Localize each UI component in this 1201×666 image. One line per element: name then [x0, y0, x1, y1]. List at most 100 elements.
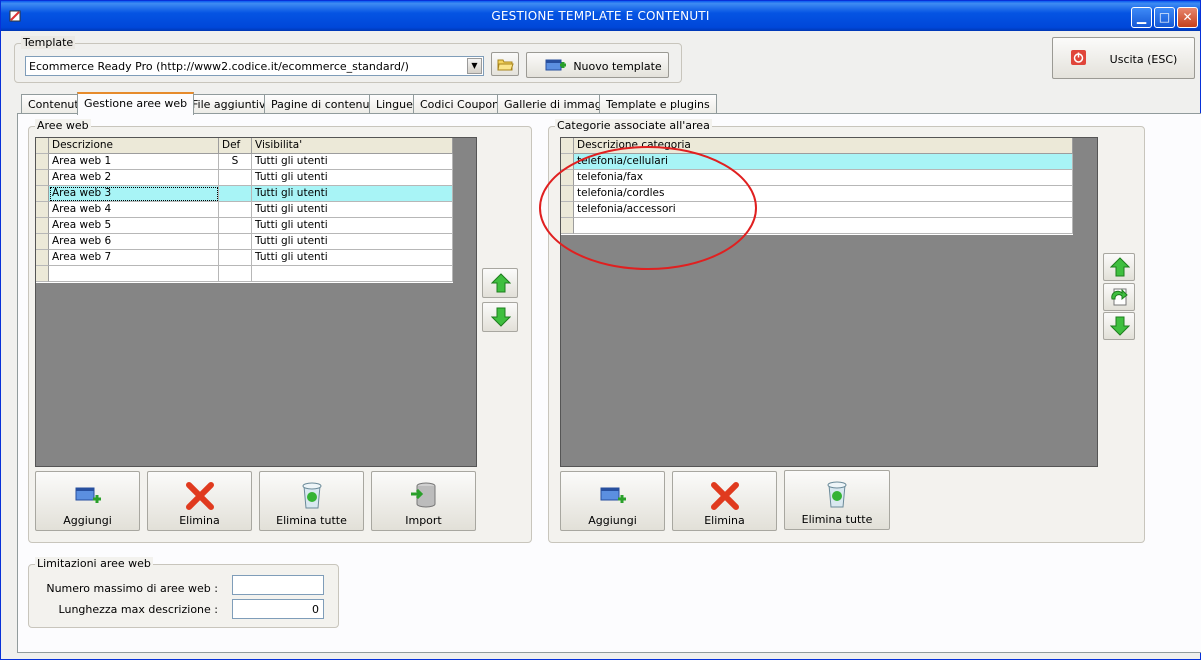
aggiungi-categoria-button[interactable]: Aggiungi — [560, 471, 665, 531]
open-folder-button[interactable] — [491, 52, 519, 76]
limitazioni-group-label: Limitazioni aree web — [35, 557, 153, 570]
import-button[interactable]: Import — [371, 471, 476, 531]
cell-def[interactable] — [219, 170, 252, 186]
column-header-def[interactable]: Def — [219, 138, 252, 154]
tab-pagine-di-contenuti[interactable]: Pagine di contenuti — [264, 94, 384, 114]
cell-def[interactable] — [219, 218, 252, 234]
tab-codici-coupon[interactable]: Codici Coupon — [413, 94, 507, 114]
recycle-bin-icon — [827, 481, 847, 508]
tab-file-aggiuntivi[interactable]: File aggiuntivi — [185, 94, 276, 114]
cell-def[interactable]: S — [219, 154, 252, 170]
template-group-label: Template — [21, 36, 76, 49]
max-len-label: Lunghezza max descrizione : — [58, 603, 218, 616]
exit-label: Uscita (ESC) — [1109, 53, 1178, 66]
cell-visibilita[interactable]: Tutti gli utenti — [252, 186, 453, 202]
cell-descrizione[interactable]: Area web 6 — [49, 234, 219, 250]
row-indicator[interactable] — [36, 154, 49, 170]
add-window-icon — [545, 59, 566, 71]
aree-web-grid[interactable]: Descrizione Def Visibilita' Area web 1ST… — [35, 137, 477, 467]
cell-def[interactable] — [219, 250, 252, 266]
cell-visibilita[interactable]: Tutti gli utenti — [252, 218, 453, 234]
cell-descrizione[interactable]: Area web 1 — [49, 154, 219, 170]
cell-empty[interactable] — [49, 266, 219, 282]
arrow-down-icon — [491, 307, 511, 327]
recycle-bin-icon — [302, 482, 321, 509]
folder-icon — [497, 59, 514, 71]
move-down-button[interactable] — [482, 302, 518, 332]
import-label: Import — [405, 514, 442, 527]
exit-button[interactable]: Uscita (ESC) — [1052, 37, 1195, 79]
cell-descrizione[interactable]: Area web 7 — [49, 250, 219, 266]
cell-empty[interactable] — [219, 266, 252, 282]
elimina-tutte-aree-button[interactable]: Elimina tutte — [259, 471, 364, 531]
cell-def[interactable] — [219, 186, 252, 202]
aggiungi-label: Aggiungi — [588, 514, 637, 527]
cat-refresh-button[interactable] — [1103, 283, 1135, 311]
row-indicator[interactable] — [36, 234, 49, 250]
template-select[interactable]: Ecommerce Ready Pro (http://www2.codice.… — [25, 56, 484, 76]
aggiungi-area-button[interactable]: Aggiungi — [35, 471, 140, 531]
delete-x-icon — [710, 482, 739, 510]
new-template-label: Nuovo template — [573, 60, 662, 73]
chevron-down-icon[interactable]: ▼ — [467, 58, 482, 74]
cell-descrizione[interactable]: Area web 5 — [49, 218, 219, 234]
new-template-button[interactable]: Nuovo template — [526, 52, 669, 78]
row-indicator[interactable] — [36, 266, 49, 282]
elimina-categoria-button[interactable]: Elimina — [672, 471, 777, 531]
cell-descrizione[interactable]: Area web 2 — [49, 170, 219, 186]
minimize-button[interactable]: ▁ — [1131, 7, 1152, 28]
cell-descrizione[interactable]: Area web 4 — [49, 202, 219, 218]
exit-icon — [1071, 50, 1086, 65]
row-indicator[interactable] — [36, 218, 49, 234]
cell-def[interactable] — [219, 234, 252, 250]
add-window-icon — [75, 487, 101, 503]
cat-move-up-button[interactable] — [1103, 253, 1135, 281]
cell-visibilita[interactable]: Tutti gli utenti — [252, 154, 453, 170]
title-bar[interactable]: GESTIONE TEMPLATE E CONTENUTI ▁ □ ✕ — [1, 1, 1200, 31]
aggiungi-label: Aggiungi — [63, 514, 112, 527]
tab-label: Contenuti — [28, 98, 82, 111]
cell-descrizione[interactable]: Area web 3 — [49, 186, 219, 202]
column-header-visibilita[interactable]: Visibilita' — [252, 138, 453, 154]
tab-gestione-aree-web[interactable]: Gestione aree web — [77, 92, 195, 115]
cell-visibilita[interactable]: Tutti gli utenti — [252, 202, 453, 218]
cell-empty[interactable] — [252, 266, 453, 282]
row-indicator[interactable] — [36, 170, 49, 186]
tab-template-e-plugins[interactable]: Template e plugins — [599, 94, 717, 114]
grid-corner — [36, 138, 49, 154]
cell-visibilita[interactable]: Tutti gli utenti — [252, 250, 453, 266]
max-aree-label: Numero massimo di aree web : — [46, 582, 218, 595]
column-header-descrizione[interactable]: Descrizione — [49, 138, 219, 154]
tab-label: File aggiuntivi — [192, 98, 269, 111]
cat-move-down-button[interactable] — [1103, 312, 1135, 340]
move-up-button[interactable] — [482, 268, 518, 298]
max-len-input[interactable]: 0 — [232, 599, 324, 619]
elimina-area-button[interactable]: Elimina — [147, 471, 252, 531]
tab-label: Template e plugins — [606, 98, 710, 111]
elimina-label: Elimina — [179, 514, 220, 527]
arrow-down-icon — [1110, 316, 1130, 336]
tab-label: Pagine di contenuti — [271, 98, 377, 111]
delete-x-icon — [185, 482, 214, 510]
tab-label: Gestione aree web — [84, 97, 188, 110]
row-indicator[interactable] — [36, 202, 49, 218]
row-indicator[interactable] — [36, 250, 49, 266]
cell-visibilita[interactable]: Tutti gli utenti — [252, 170, 453, 186]
refresh-icon — [1111, 288, 1128, 306]
cell-def[interactable] — [219, 202, 252, 218]
main-window: GESTIONE TEMPLATE E CONTENUTI ▁ □ ✕ Temp… — [0, 0, 1201, 660]
elimina-tutte-categorie-button[interactable]: Elimina tutte — [784, 470, 890, 530]
arrow-up-icon — [491, 273, 511, 293]
elimina-tutte-label: Elimina tutte — [276, 514, 347, 527]
window-title: GESTIONE TEMPLATE E CONTENUTI — [491, 9, 710, 23]
database-import-icon — [410, 482, 435, 508]
aree-web-group-label: Aree web — [35, 119, 91, 132]
cell-visibilita[interactable]: Tutti gli utenti — [252, 234, 453, 250]
annotation-circle — [539, 146, 757, 270]
elimina-tutte-label: Elimina tutte — [801, 513, 873, 526]
categorie-group-label: Categorie associate all'area — [555, 119, 712, 132]
close-button[interactable]: ✕ — [1177, 7, 1198, 28]
row-indicator[interactable] — [36, 186, 49, 202]
max-aree-input[interactable] — [232, 575, 324, 595]
maximize-button[interactable]: □ — [1154, 7, 1175, 28]
